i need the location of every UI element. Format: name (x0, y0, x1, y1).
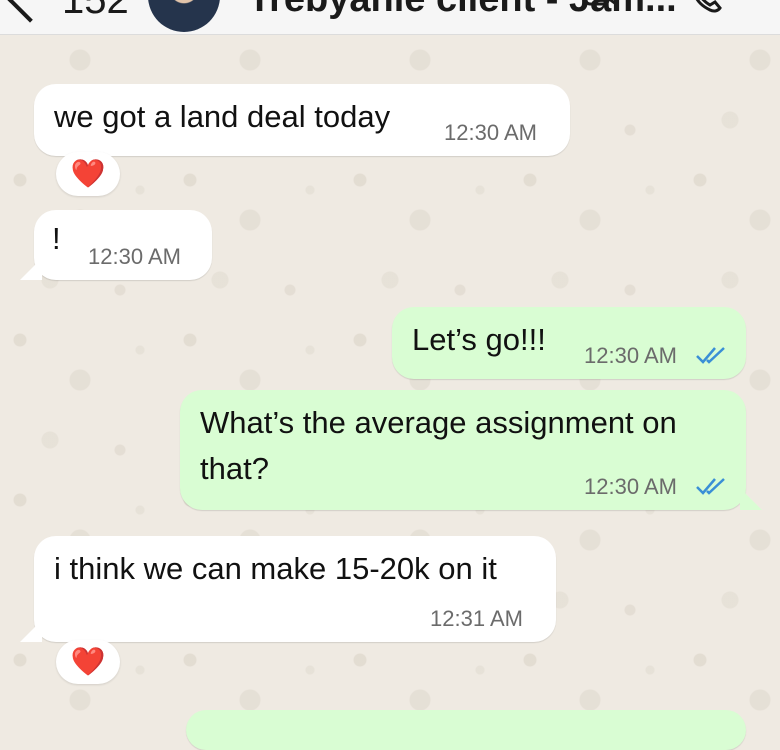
back-chevron-icon[interactable] (7, 0, 53, 23)
message-text: Let’s go!!! (412, 322, 546, 357)
bubble-tail (740, 488, 762, 510)
message-bubble-outgoing-partial[interactable] (186, 710, 746, 750)
message-text: i think we can make 15-20k on it (54, 551, 497, 586)
double-check-icon (696, 478, 725, 495)
message-bubble-outgoing[interactable]: Let’s go!!! 12:30 AM (392, 307, 746, 379)
bubble-tail (20, 620, 42, 642)
avatar[interactable] (148, 0, 220, 32)
message-bubble-incoming[interactable]: ! 12:30 AM (34, 210, 212, 280)
bubble-tail (20, 258, 42, 280)
video-call-icon[interactable] (584, 0, 618, 10)
message-text-line-1: What’s the average assignment on (200, 405, 677, 440)
phone-call-icon[interactable] (688, 0, 724, 16)
message-time: 12:30 AM (584, 474, 677, 499)
heart-reaction-icon[interactable]: ❤️ (56, 152, 120, 196)
message-time: 12:31 AM (430, 606, 523, 631)
message-bubble-incoming[interactable]: we got a land deal today 12:30 AM (34, 84, 570, 156)
double-check-icon (696, 347, 725, 364)
message-text-line-2: that? (200, 451, 269, 486)
message-text: we got a land deal today (54, 99, 391, 134)
message-time: 12:30 AM (444, 120, 537, 145)
message-time: 12:30 AM (88, 244, 181, 269)
message-bubble-incoming[interactable]: i think we can make 15-20k on it 12:31 A… (34, 536, 556, 642)
back-unread-count[interactable]: 152 (62, 0, 129, 23)
chat-header: 152 Trebyanie client - Jam... (0, 0, 780, 35)
message-time: 12:30 AM (584, 343, 677, 368)
heart-reaction-icon[interactable]: ❤️ (56, 640, 120, 684)
message-bubble-outgoing[interactable]: What’s the average assignment on that? 1… (180, 390, 746, 510)
message-text: ! (52, 221, 61, 256)
